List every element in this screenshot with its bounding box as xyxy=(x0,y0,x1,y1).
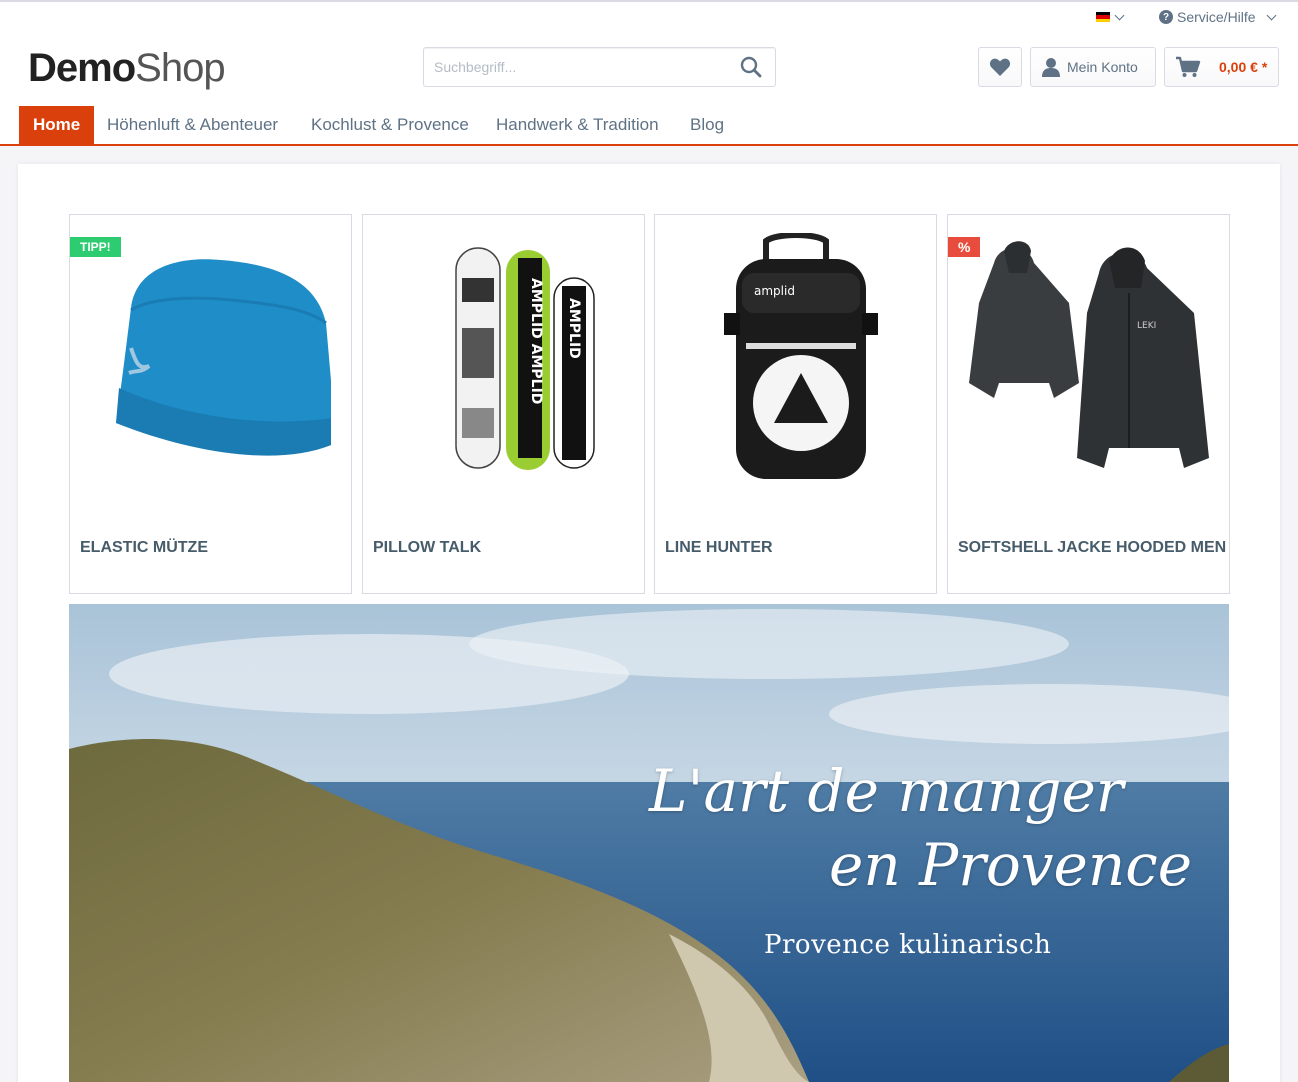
nav-item-blog[interactable]: Blog xyxy=(690,106,724,144)
backpack-image: amplid xyxy=(663,223,928,493)
service-menu[interactable]: ? Service/Hilfe xyxy=(1159,9,1277,25)
wishlist-button[interactable] xyxy=(978,47,1022,87)
banner-title-line2: en Provence xyxy=(829,831,1193,899)
search-box xyxy=(423,47,776,87)
svg-text:AMPLID: AMPLID xyxy=(566,298,582,359)
product-card[interactable]: % LEKI Softshell Jacke Hooded Men xyxy=(947,214,1230,594)
service-label: Service/Hilfe xyxy=(1177,9,1256,25)
nav-item-kochlust[interactable]: Kochlust & Provence xyxy=(311,106,469,144)
chevron-down-icon xyxy=(1266,10,1277,20)
question-icon: ? xyxy=(1159,10,1173,24)
jacket-image: LEKI xyxy=(956,223,1221,493)
product-title[interactable]: Line Hunter xyxy=(665,539,773,557)
main-navigation: Home Höhenluft & Abenteuer Kochlust & Pr… xyxy=(0,106,1298,146)
shop-logo[interactable]: DemoShop xyxy=(28,46,226,91)
search-icon xyxy=(740,56,762,78)
product-card[interactable]: AMPLID AMPLID AMPLID Pillow Talk xyxy=(362,214,645,594)
user-icon xyxy=(1042,58,1060,77)
sale-badge: % xyxy=(948,237,981,257)
nav-item-hoehenluft[interactable]: Höhenluft & Abenteuer xyxy=(107,106,278,144)
svg-text:amplid: amplid xyxy=(754,284,795,298)
tip-badge: TIPP! xyxy=(70,237,121,257)
banner-title-line1: L'art de manger xyxy=(649,757,1124,825)
logo-text-shop: Shop xyxy=(135,46,225,90)
nav-item-handwerk[interactable]: Handwerk & Tradition xyxy=(496,106,659,144)
de-flag-icon xyxy=(1096,12,1110,22)
product-title[interactable]: Elastic Mütze xyxy=(80,539,208,557)
cart-amount: 0,00 € * xyxy=(1219,59,1268,75)
account-button[interactable]: Mein Konto xyxy=(1030,47,1156,87)
svg-text:AMPLID AMPLID: AMPLID AMPLID xyxy=(528,278,544,404)
provence-banner[interactable]: L'art de manger en Provence Provence kul… xyxy=(69,604,1229,1082)
account-label: Mein Konto xyxy=(1067,59,1138,75)
svg-text:LEKI: LEKI xyxy=(1137,321,1156,331)
snowboard-image: AMPLID AMPLID AMPLID xyxy=(371,223,636,493)
logo-text-demo: Demo xyxy=(28,46,136,90)
banner-title: L'art de manger en Provence xyxy=(649,754,1209,902)
cart-icon xyxy=(1176,56,1201,77)
search-input[interactable] xyxy=(424,48,724,86)
product-title[interactable]: Pillow Talk xyxy=(373,539,481,557)
search-button[interactable] xyxy=(727,48,775,86)
product-title[interactable]: Softshell Jacke Hooded Men xyxy=(958,539,1226,557)
heart-icon xyxy=(989,58,1011,76)
cart-button[interactable]: 0,00 € * xyxy=(1164,47,1279,87)
product-card[interactable]: TIPP! Elastic Mütze xyxy=(69,214,352,594)
chevron-down-icon xyxy=(1114,10,1125,20)
nav-item-home[interactable]: Home xyxy=(19,106,95,144)
banner-subtitle: Provence kulinarisch xyxy=(764,930,1052,960)
language-switcher[interactable] xyxy=(1096,10,1125,22)
beanie-image xyxy=(78,223,343,493)
header: ? Service/Hilfe DemoShop Mein Konto xyxy=(0,0,1298,146)
product-card[interactable]: amplid Line Hunter xyxy=(654,214,937,594)
